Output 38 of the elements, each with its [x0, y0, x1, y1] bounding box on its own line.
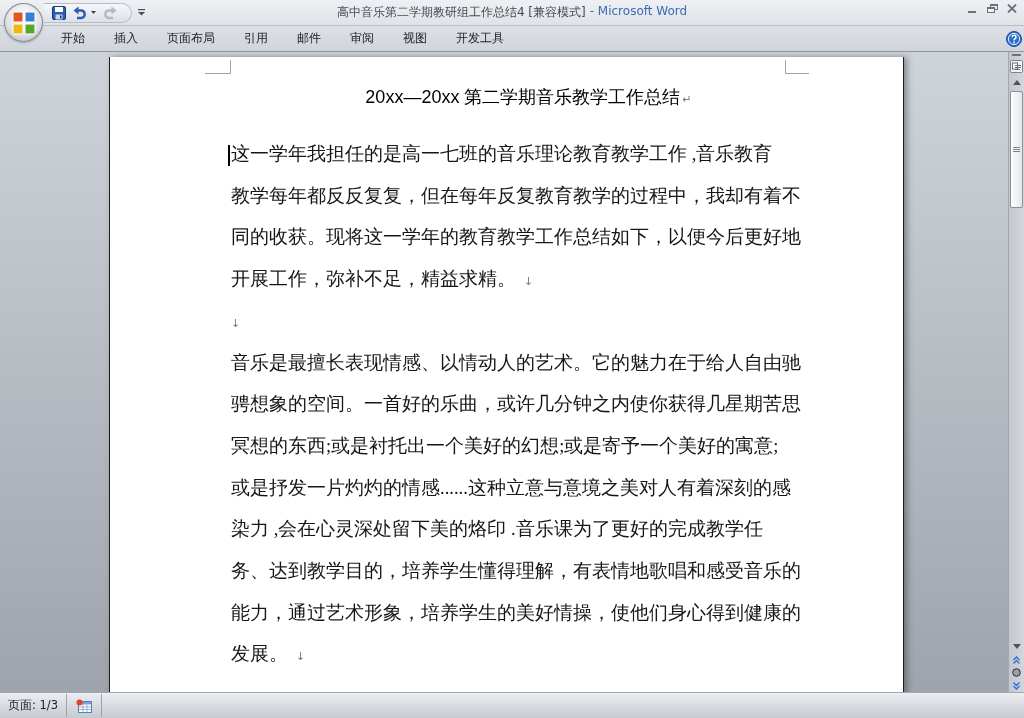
split-handle[interactable]: [1009, 52, 1024, 58]
help-icon: [1006, 30, 1022, 47]
ribbon-tab[interactable]: 邮件: [282, 26, 335, 51]
ribbon-tab[interactable]: 开发工具: [441, 26, 518, 51]
corner-mark-icon: [205, 60, 231, 74]
help-button[interactable]: [1006, 30, 1022, 47]
ribbon-tab[interactable]: 引用: [229, 26, 282, 51]
corner-mark-icon: [785, 60, 809, 74]
paragraph-text: 这一学年我担任的是高一七班的音乐理论教育教学工作 ,音乐教育 教学每年都反反复复，但在每年反复教育教学的过程中，我却有着不 同的收获。现将这一学年的教育教学工作总结如下，以便今后更好地 开展工作，弥补不足，精益求精。 ↓: [231, 144, 801, 290]
dash-icon: [1012, 54, 1021, 56]
minimize-icon: [968, 11, 976, 13]
up-arrow-icon: [1012, 79, 1021, 85]
down-arrow-icon: [1012, 643, 1021, 649]
ribbon-tab[interactable]: 视图: [388, 26, 441, 51]
office-logo-icon: [11, 10, 36, 35]
document-title: 20xx—20xx 第二学期音乐教学工作总结↵: [365, 87, 692, 107]
caret-icon: [138, 9, 145, 16]
ribbon-tab[interactable]: 页面布局: [152, 26, 229, 51]
restore-icon: [986, 3, 998, 13]
ribbon-tab[interactable]: 开始: [46, 26, 99, 51]
table-icon: [76, 698, 93, 713]
paragraph-text: 音乐是最擅长表现情感、以情动人的艺术。它的魅力在于给人自由驰 骋想象的空间。一首好的乐曲，或许几分钟之内使你获得几星期苦思 冥想的东西;或是衬托出一个美好的幻想;或是寄予一个美好的寓意; 或是抒发一片灼灼的情感......这种立意与意境之美对人有着深刻的感 染力 ,会在心灵深处留下美的烙印 .音乐课为了更好的完成教学任 务、达到教学目的，培养学生懂得理解，有表情地歌唱和感受音乐的 能力，通过艺术形象，培养学生的美好情操，使他们身心得到健康的 发展。 ↓: [231, 352, 801, 665]
ruler-toggle-button[interactable]: [1009, 58, 1024, 75]
app-name: - Microsoft Word: [589, 4, 688, 20]
grip-icon: [1013, 147, 1020, 152]
double-up-arrow-icon: [1013, 655, 1020, 664]
ribbon-tab[interactable]: 审阅: [335, 26, 388, 51]
scrollbar-thumb[interactable]: [1010, 91, 1023, 208]
browse-object-button[interactable]: [1009, 666, 1024, 679]
ribbon-tab[interactable]: 插入: [99, 26, 152, 51]
circle-icon: [1012, 668, 1021, 677]
page-indicator[interactable]: 页面: 1/3: [0, 693, 67, 718]
close-icon: [1007, 3, 1017, 13]
page-lines-icon: [1010, 60, 1023, 73]
caret-icon: [91, 11, 96, 14]
double-down-arrow-icon: [1013, 681, 1020, 690]
formatting-mark: ↓: [231, 316, 241, 330]
window-title: 高中音乐第二学期教研组工作总结4 [兼容模式]: [336, 4, 586, 21]
